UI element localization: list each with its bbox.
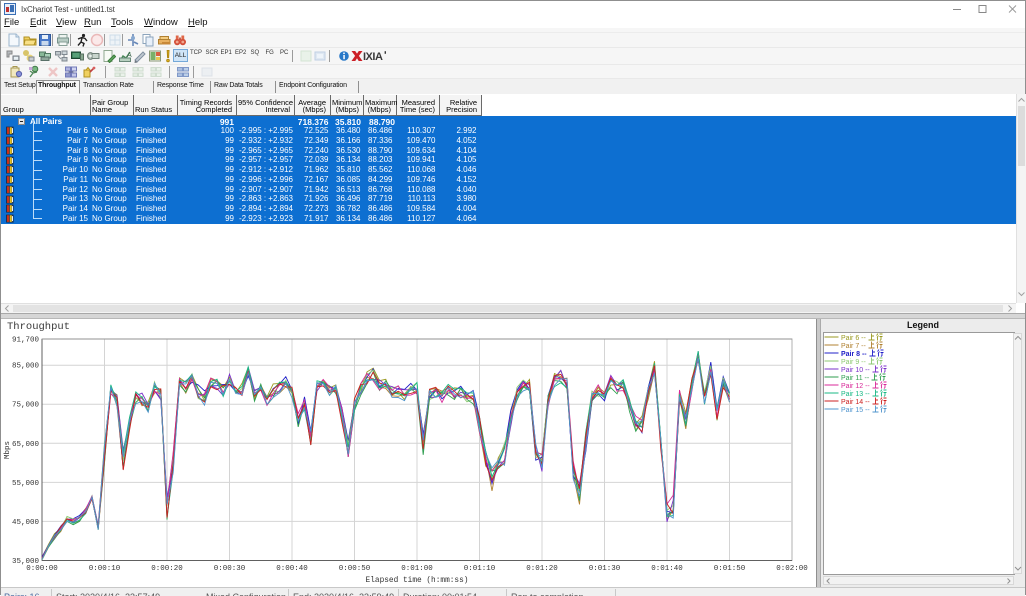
svg-text:Mbps: Mbps — [4, 441, 12, 459]
svg-text:0:00:40: 0:00:40 — [276, 565, 308, 573]
svg-text:0:01:20: 0:01:20 — [526, 565, 558, 573]
svg-text:0:01:40: 0:01:40 — [651, 565, 683, 573]
svg-text:55,000: 55,000 — [12, 480, 40, 488]
svg-text:45,000: 45,000 — [12, 519, 40, 527]
svg-text:Elapsed time (h:mm:ss): Elapsed time (h:mm:ss) — [366, 577, 469, 585]
svg-text:0:01:50: 0:01:50 — [714, 565, 746, 573]
svg-text:0:02:00: 0:02:00 — [776, 565, 808, 573]
svg-text:0:00:50: 0:00:50 — [339, 565, 371, 573]
svg-text:85,000: 85,000 — [12, 363, 40, 371]
svg-text:0:00:00: 0:00:00 — [26, 565, 58, 573]
svg-text:75,000: 75,000 — [12, 402, 40, 410]
svg-text:0:01:30: 0:01:30 — [589, 565, 621, 573]
svg-text:0:01:00: 0:01:00 — [401, 565, 433, 573]
svg-text:0:00:30: 0:00:30 — [214, 565, 246, 573]
svg-text:65,000: 65,000 — [12, 441, 40, 449]
svg-text:0:01:10: 0:01:10 — [464, 565, 496, 573]
svg-text:IXIA: IXIA — [363, 51, 383, 62]
svg-text:0:00:10: 0:00:10 — [89, 565, 121, 573]
svg-text:0:00:20: 0:00:20 — [151, 565, 183, 573]
svg-text:A: A — [127, 52, 132, 59]
svg-text:91,700: 91,700 — [12, 337, 40, 345]
